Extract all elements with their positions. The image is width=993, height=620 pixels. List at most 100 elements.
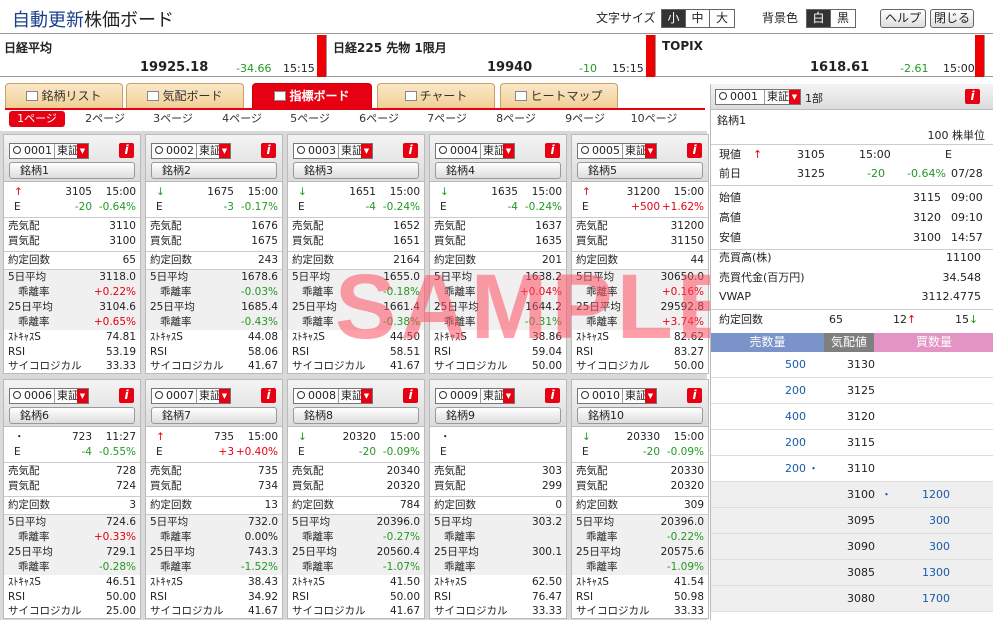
help-button[interactable]: ヘルプ	[880, 9, 926, 28]
bid-row[interactable]: 3085 1300	[711, 560, 993, 586]
info-icon[interactable]: i	[403, 388, 418, 403]
trend-arrow-icon: ・	[14, 431, 25, 443]
info-icon[interactable]: i	[119, 143, 134, 158]
info-icon[interactable]: i	[687, 143, 702, 158]
ask-row[interactable]: 200 3115	[711, 430, 993, 456]
market-select[interactable]: 東証	[622, 144, 647, 158]
page-tab-4[interactable]: 4ページ	[212, 111, 272, 127]
stock-name-button[interactable]: 銘柄7	[151, 407, 277, 424]
bg-white[interactable]: 白	[807, 10, 831, 27]
code-input[interactable]: 0007 東証 ▼	[151, 388, 231, 404]
code-input[interactable]: 0003 東証 ▼	[293, 143, 373, 159]
code-input[interactable]: 0009 東証 ▼	[435, 388, 515, 404]
chevron-down-icon[interactable]: ▼	[645, 389, 656, 403]
ask-row[interactable]: 400 3120	[711, 404, 993, 430]
tab-heatmap[interactable]: ヒートマップ	[500, 83, 618, 108]
code-input[interactable]: 0004 東証 ▼	[435, 143, 515, 159]
info-icon[interactable]: i	[261, 388, 276, 403]
market-select[interactable]: 東証	[480, 144, 505, 158]
font-size-medium[interactable]: 中	[686, 10, 710, 27]
code-input[interactable]: 0001 東証 ▼	[9, 143, 89, 159]
index-nikkei[interactable]: 日経平均 19925.18 -34.66 15:15	[0, 35, 327, 77]
ma25: 300.1	[531, 546, 562, 558]
code-input[interactable]: 0010 東証 ▼	[577, 388, 657, 404]
stock-name-button[interactable]: 銘柄4	[435, 162, 561, 179]
bg-color-selector[interactable]: 白 黒	[806, 9, 856, 28]
market-select[interactable]: 東証	[54, 144, 79, 158]
stock-name-button[interactable]: 銘柄6	[9, 407, 135, 424]
tab-stock-list[interactable]: 銘柄リスト	[5, 83, 123, 108]
page-tab-10[interactable]: 10ページ	[624, 111, 684, 127]
stock-name-button[interactable]: 銘柄10	[577, 407, 703, 424]
market-select[interactable]: 東証	[54, 389, 79, 403]
chevron-down-icon[interactable]: ▼	[361, 144, 372, 158]
card-row: 買気配 1635	[430, 234, 566, 249]
code-input[interactable]: 0008 東証 ▼	[293, 388, 373, 404]
label: 乖離率	[160, 531, 192, 543]
divider	[146, 217, 282, 218]
bid-row[interactable]: 3100 ・ 1200	[711, 482, 993, 508]
stock-name-button[interactable]: 銘柄1	[9, 162, 135, 179]
info-icon[interactable]: i	[545, 388, 560, 403]
code-input[interactable]: 0006 東証 ▼	[9, 388, 89, 404]
chevron-down-icon[interactable]: ▼	[503, 144, 514, 158]
page-tab-5[interactable]: 5ページ	[280, 111, 340, 127]
chevron-down-icon[interactable]: ▼	[219, 144, 230, 158]
page-tab-3[interactable]: 3ページ	[143, 111, 203, 127]
close-button[interactable]: 閉じる	[930, 9, 974, 28]
info-icon[interactable]: i	[545, 143, 560, 158]
tab-quote-board[interactable]: 気配ボード	[126, 83, 244, 108]
ask-row[interactable]: 200 3125	[711, 378, 993, 404]
stock-name-button[interactable]: 銘柄5	[577, 162, 703, 179]
font-size-small[interactable]: 小	[662, 10, 686, 27]
market-select[interactable]: 東証	[622, 389, 647, 403]
card-row: E -4 -0.24%	[288, 200, 424, 215]
chevron-down-icon[interactable]: ▼	[645, 144, 656, 158]
font-size-large[interactable]: 大	[710, 10, 734, 27]
font-size-selector[interactable]: 小 中 大	[661, 9, 735, 28]
chevron-down-icon[interactable]: ▼	[219, 389, 230, 403]
info-icon[interactable]: i	[119, 388, 134, 403]
bid-row[interactable]: 3090 300	[711, 534, 993, 560]
market-select[interactable]: 東証	[338, 144, 363, 158]
deviation25: -0.43%	[240, 316, 278, 328]
index-nikkei-futures[interactable]: 日経225 先物 1限月 19940 -10 15:15	[329, 35, 656, 77]
page-tab-1[interactable]: 1ページ	[9, 111, 65, 127]
code-input[interactable]: 0002 東証 ▼	[151, 143, 231, 159]
info-icon[interactable]: i	[403, 143, 418, 158]
market-select[interactable]: 東証	[196, 144, 221, 158]
bid-row[interactable]: 3095 300	[711, 508, 993, 534]
bid-row[interactable]: 3080 1700	[711, 586, 993, 612]
page-tab-8[interactable]: 8ページ	[486, 111, 546, 127]
market-select[interactable]: 東証	[480, 389, 505, 403]
page-tab-6[interactable]: 6ページ	[349, 111, 409, 127]
stock-name-button[interactable]: 銘柄3	[293, 162, 419, 179]
ask-row[interactable]: 500 3130	[711, 352, 993, 378]
card-row: 乖離率 -0.43%	[146, 315, 282, 330]
chevron-down-icon[interactable]: ▼	[361, 389, 372, 403]
tab-indicator-board[interactable]: 指標ボード	[252, 83, 372, 108]
info-icon[interactable]: i	[687, 388, 702, 403]
page-tab-7[interactable]: 7ページ	[417, 111, 477, 127]
code-input[interactable]: 0005 東証 ▼	[577, 143, 657, 159]
stock-name-button[interactable]: 銘柄9	[435, 407, 561, 424]
page-tab-2[interactable]: 2ページ	[75, 111, 135, 127]
stock-name-button[interactable]: 銘柄2	[151, 162, 277, 179]
chevron-down-icon[interactable]: ▼	[77, 389, 88, 403]
flag: E	[945, 148, 952, 161]
bg-black[interactable]: 黒	[831, 10, 855, 27]
info-icon[interactable]: i	[261, 143, 276, 158]
info-icon[interactable]: i	[965, 89, 980, 104]
market-select[interactable]: 東証	[764, 90, 789, 104]
market-select[interactable]: 東証	[196, 389, 221, 403]
stock-name-button[interactable]: 銘柄8	[293, 407, 419, 424]
page-tab-9[interactable]: 9ページ	[555, 111, 615, 127]
ask-row[interactable]: 200 ・ 3110	[711, 456, 993, 482]
detail-code-input[interactable]: 0001 東証 ▼	[715, 89, 801, 105]
market-select[interactable]: 東証	[338, 389, 363, 403]
tab-chart[interactable]: チャート	[377, 83, 495, 108]
chevron-down-icon[interactable]: ▼	[789, 90, 800, 104]
chevron-down-icon[interactable]: ▼	[77, 144, 88, 158]
index-topix[interactable]: TOPIX 1618.61 -2.61 15:00	[658, 35, 985, 77]
chevron-down-icon[interactable]: ▼	[503, 389, 514, 403]
